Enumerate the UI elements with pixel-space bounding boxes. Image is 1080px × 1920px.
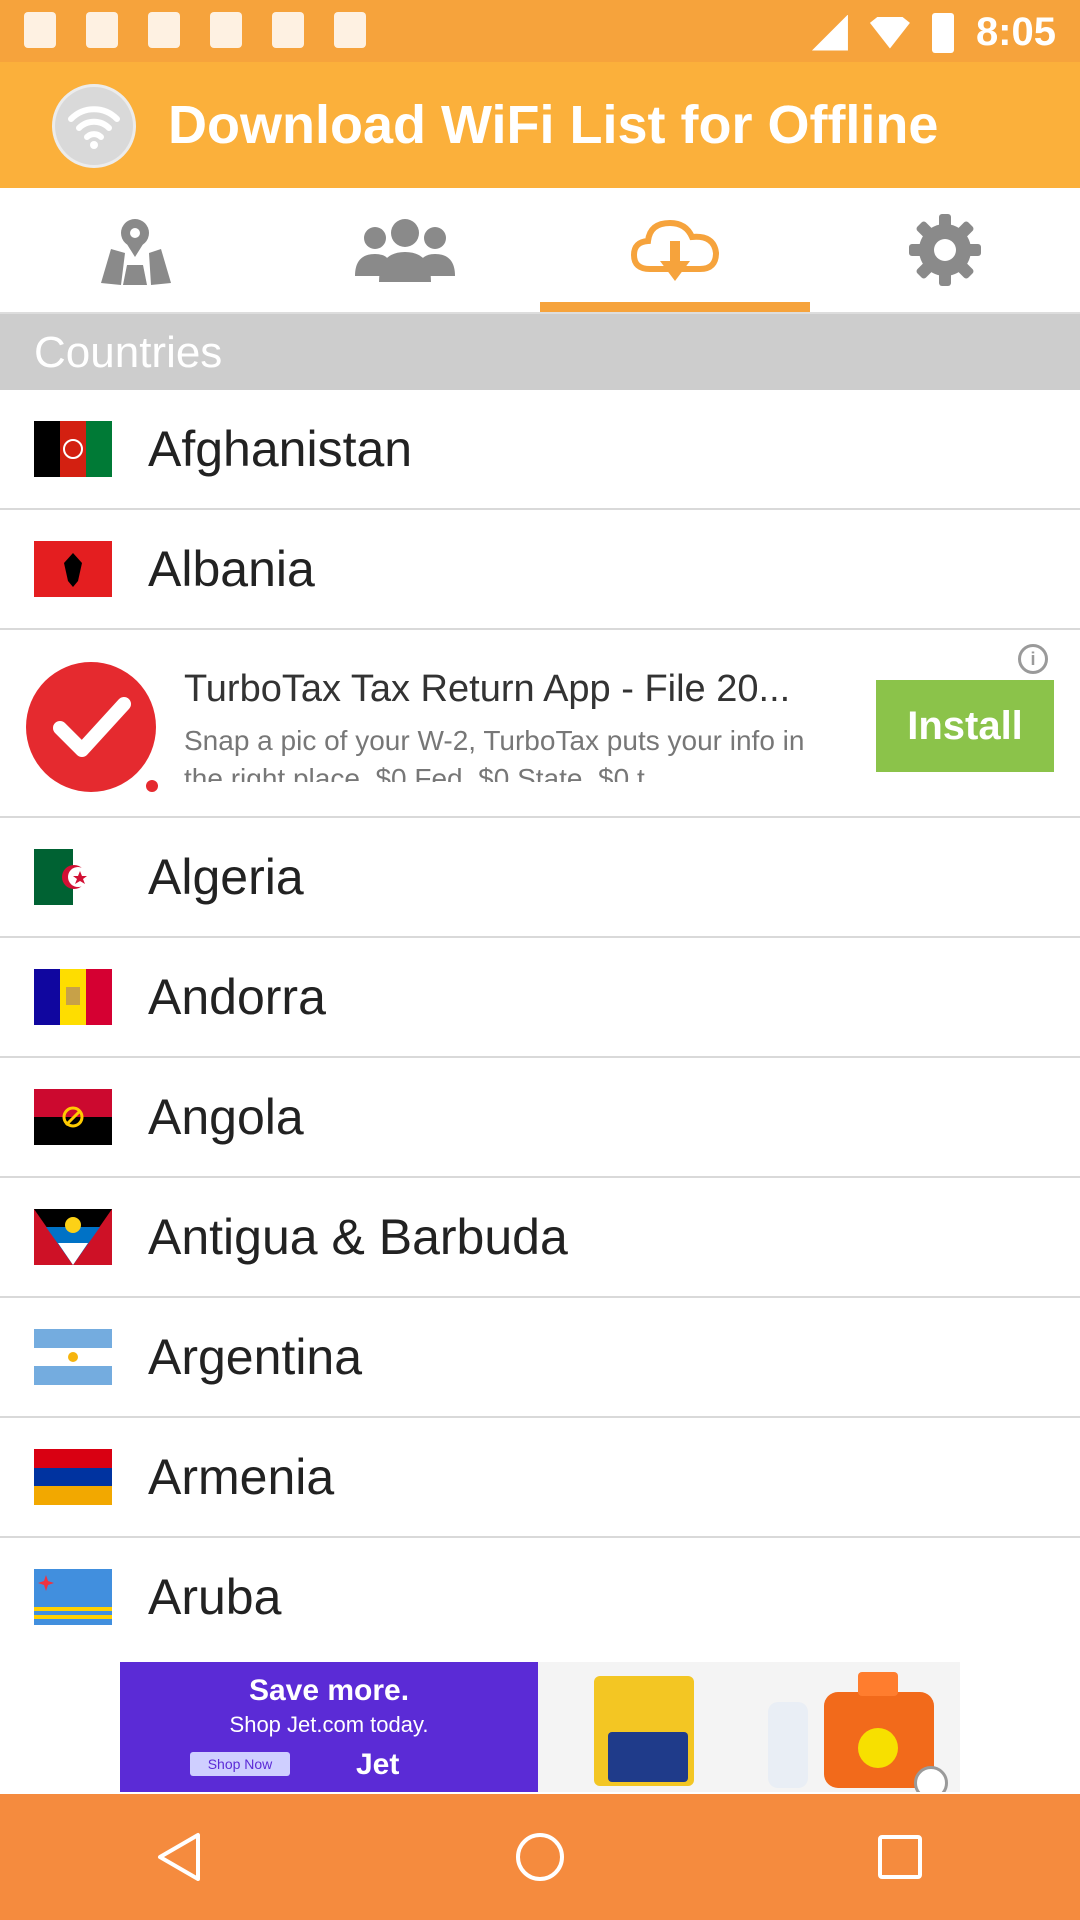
- ad-body: Snap a pic of your W-2, TurboTax puts yo…: [184, 725, 805, 782]
- android-icon: [334, 12, 366, 48]
- recents-icon: [878, 1835, 922, 1879]
- checkmark-icon: [26, 662, 156, 792]
- registered-mark-icon: [146, 780, 158, 792]
- facebook-icon: [24, 12, 56, 48]
- country-row-armenia[interactable]: Armenia: [0, 1418, 1080, 1538]
- tab-map[interactable]: [0, 188, 270, 312]
- countries-header: Countries: [0, 314, 1080, 390]
- tab-settings[interactable]: [810, 188, 1080, 312]
- shop-now-button[interactable]: Shop Now: [190, 1752, 290, 1776]
- wifi-icon: [52, 84, 136, 168]
- wifi-icon: [869, 16, 910, 49]
- country-name: Armenia: [148, 1449, 335, 1505]
- install-button[interactable]: Install: [876, 680, 1054, 772]
- angola-flag-icon: [34, 1089, 112, 1145]
- banner-subline: Shop Jet.com today.: [229, 1712, 429, 1737]
- banner-ad[interactable]: Save more. Shop Jet.com today. Shop Now …: [120, 1662, 960, 1792]
- products-image: [538, 1662, 960, 1792]
- argentina-flag-icon: [34, 1329, 112, 1385]
- country-name: Antigua & Barbuda: [148, 1209, 568, 1265]
- status-bar: 8:05: [0, 0, 1080, 62]
- country-name: Afghanistan: [148, 421, 413, 477]
- ad-info-icon[interactable]: [914, 1766, 948, 1792]
- country-row-andorra[interactable]: Andorra: [0, 938, 1080, 1058]
- country-name: Andorra: [148, 969, 326, 1025]
- algeria-flag-icon: [34, 849, 112, 905]
- andorra-flag-icon: [34, 969, 112, 1025]
- notification-icons: [24, 12, 366, 48]
- afghanistan-flag-icon: [34, 421, 112, 477]
- status-time: 8:05: [975, 10, 1056, 54]
- country-row-albania[interactable]: Albania: [0, 510, 1080, 630]
- country-row-afghanistan[interactable]: Afghanistan: [0, 390, 1080, 510]
- people-icon: [355, 219, 455, 282]
- map-icon: [101, 219, 171, 285]
- back-button[interactable]: [120, 1797, 240, 1917]
- app-bar: Download WiFi List for Offline: [0, 62, 1080, 188]
- gear-icon: [909, 214, 981, 286]
- lock-icon: [272, 12, 304, 48]
- home-icon: [516, 1833, 564, 1881]
- tab-people[interactable]: [270, 188, 540, 312]
- albania-flag-icon: [34, 541, 112, 597]
- cloud-download-icon: [630, 219, 720, 281]
- country-name: Aruba: [148, 1569, 282, 1625]
- armenia-flag-icon: [34, 1449, 112, 1505]
- ad-title: TurboTax Tax Return App - File 20...: [184, 668, 791, 710]
- country-row-antigua-barbuda[interactable]: Antigua & Barbuda: [0, 1178, 1080, 1298]
- country-row-angola[interactable]: Angola: [0, 1058, 1080, 1178]
- tab-bar: [0, 188, 1080, 314]
- country-name: Albania: [148, 541, 315, 597]
- signal-icon: [811, 14, 848, 51]
- recents-button[interactable]: [840, 1797, 960, 1917]
- banner-headline: Save more.: [248, 1674, 410, 1707]
- location-off-icon: [210, 12, 242, 48]
- aruba-flag-icon: [34, 1569, 112, 1625]
- back-icon: [158, 1833, 200, 1881]
- system-nav-bar: [0, 1794, 1080, 1920]
- country-name: Algeria: [148, 849, 304, 905]
- ad-info-icon[interactable]: i: [1018, 644, 1048, 674]
- jet-logo: Jet: [356, 1748, 400, 1781]
- page-title: Download WiFi List for Offline: [168, 95, 939, 155]
- country-name: Argentina: [148, 1329, 363, 1385]
- home-button[interactable]: [480, 1797, 600, 1917]
- country-row-argentina[interactable]: Argentina: [0, 1298, 1080, 1418]
- facebook-icon: [86, 12, 118, 48]
- country-row-algeria[interactable]: Algeria: [0, 818, 1080, 938]
- country-name: Angola: [148, 1089, 304, 1145]
- battery-icon: [931, 12, 954, 53]
- country-row-aruba[interactable]: Aruba: [0, 1538, 1080, 1658]
- tab-download[interactable]: [540, 188, 810, 312]
- antigua-barbuda-flag-icon: [34, 1209, 112, 1265]
- section-label: Countries: [34, 328, 223, 377]
- native-ad[interactable]: TurboTax Tax Return App - File 20... Sna…: [0, 632, 1080, 818]
- alert-icon: [148, 12, 180, 48]
